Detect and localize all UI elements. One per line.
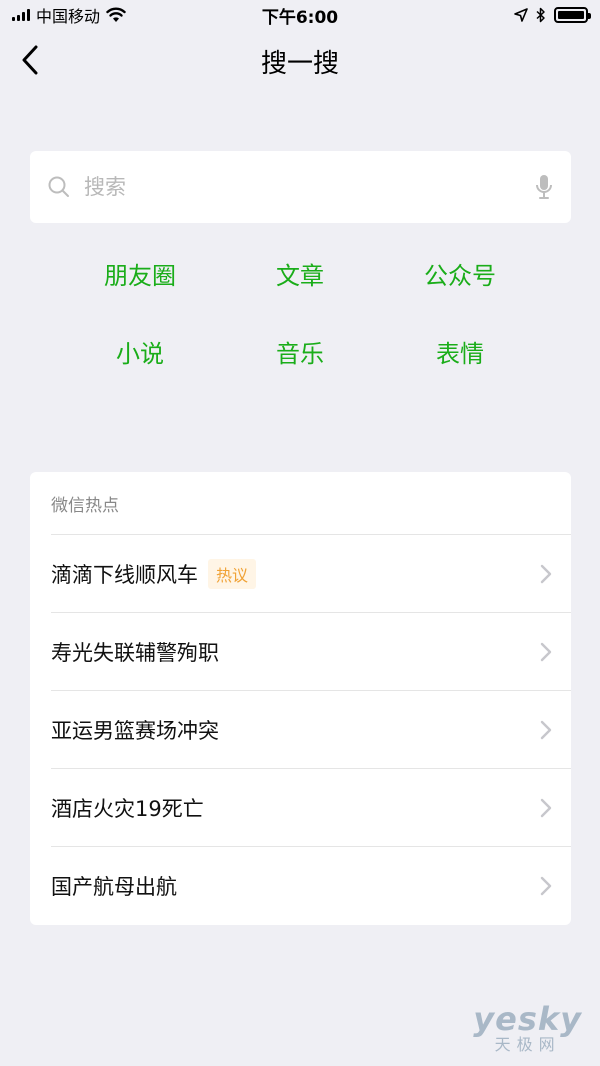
wifi-icon	[106, 7, 126, 22]
category-official-accounts[interactable]: 公众号	[380, 258, 540, 294]
hot-topics-title: 微信热点	[51, 495, 119, 516]
category-stickers[interactable]: 表情	[380, 336, 540, 372]
search-icon	[48, 176, 69, 197]
battery-icon	[554, 7, 591, 23]
category-grid: 朋友圈 文章 公众号 小说 音乐 表情	[60, 258, 540, 372]
hot-topics-card: 微信热点 滴滴下线顺风车 热议 寿光失联辅警殉职 亚运男篮赛场冲突 酒店火灾19…	[30, 472, 571, 925]
chevron-right-icon	[540, 876, 552, 895]
nav-bar: 搜一搜	[0, 30, 600, 92]
carrier-label: 中国移动	[36, 7, 101, 26]
yesky-watermark: yesky 天极网	[473, 1002, 582, 1054]
chevron-right-icon	[540, 798, 552, 817]
hot-topic-text: 亚运男篮赛场冲突	[51, 718, 219, 743]
bluetooth-icon	[536, 7, 545, 23]
hot-topic-text: 滴滴下线顺风车	[51, 562, 198, 587]
watermark-subtitle: 天极网	[494, 1035, 561, 1054]
status-right	[514, 7, 591, 23]
microphone-icon[interactable]	[535, 174, 553, 200]
search-box[interactable]	[30, 151, 571, 223]
chevron-right-icon	[540, 564, 552, 583]
hot-topic-text: 酒店火灾19死亡	[51, 796, 204, 821]
search-input[interactable]	[84, 175, 535, 199]
watermark-brand: yesky	[473, 1000, 582, 1038]
back-chevron-icon	[22, 45, 38, 75]
category-articles[interactable]: 文章	[220, 258, 380, 294]
category-novels[interactable]: 小说	[60, 336, 220, 372]
back-button[interactable]	[10, 40, 50, 80]
hot-topic-text: 寿光失联辅警殉职	[51, 640, 219, 665]
category-music[interactable]: 音乐	[220, 336, 380, 372]
hot-topic-row[interactable]: 滴滴下线顺风车 热议	[51, 534, 571, 612]
chevron-right-icon	[540, 642, 552, 661]
category-moments[interactable]: 朋友圈	[60, 258, 220, 294]
hot-topic-row[interactable]: 亚运男篮赛场冲突	[51, 690, 571, 768]
location-arrow-icon	[514, 8, 528, 22]
hot-tag-badge: 热议	[208, 558, 257, 589]
hot-topic-row[interactable]: 寿光失联辅警殉职	[51, 612, 571, 690]
status-bar: 中国移动 下午6:00	[0, 0, 600, 30]
hot-topic-text: 国产航母出航	[51, 874, 177, 899]
signal-icon	[12, 9, 30, 21]
page-title: 搜一搜	[260, 48, 339, 79]
status-left: 中国移动	[12, 3, 126, 27]
hot-topic-row[interactable]: 国产航母出航	[51, 846, 571, 924]
hot-topic-row[interactable]: 酒店火灾19死亡	[51, 768, 571, 846]
chevron-right-icon	[540, 720, 552, 739]
